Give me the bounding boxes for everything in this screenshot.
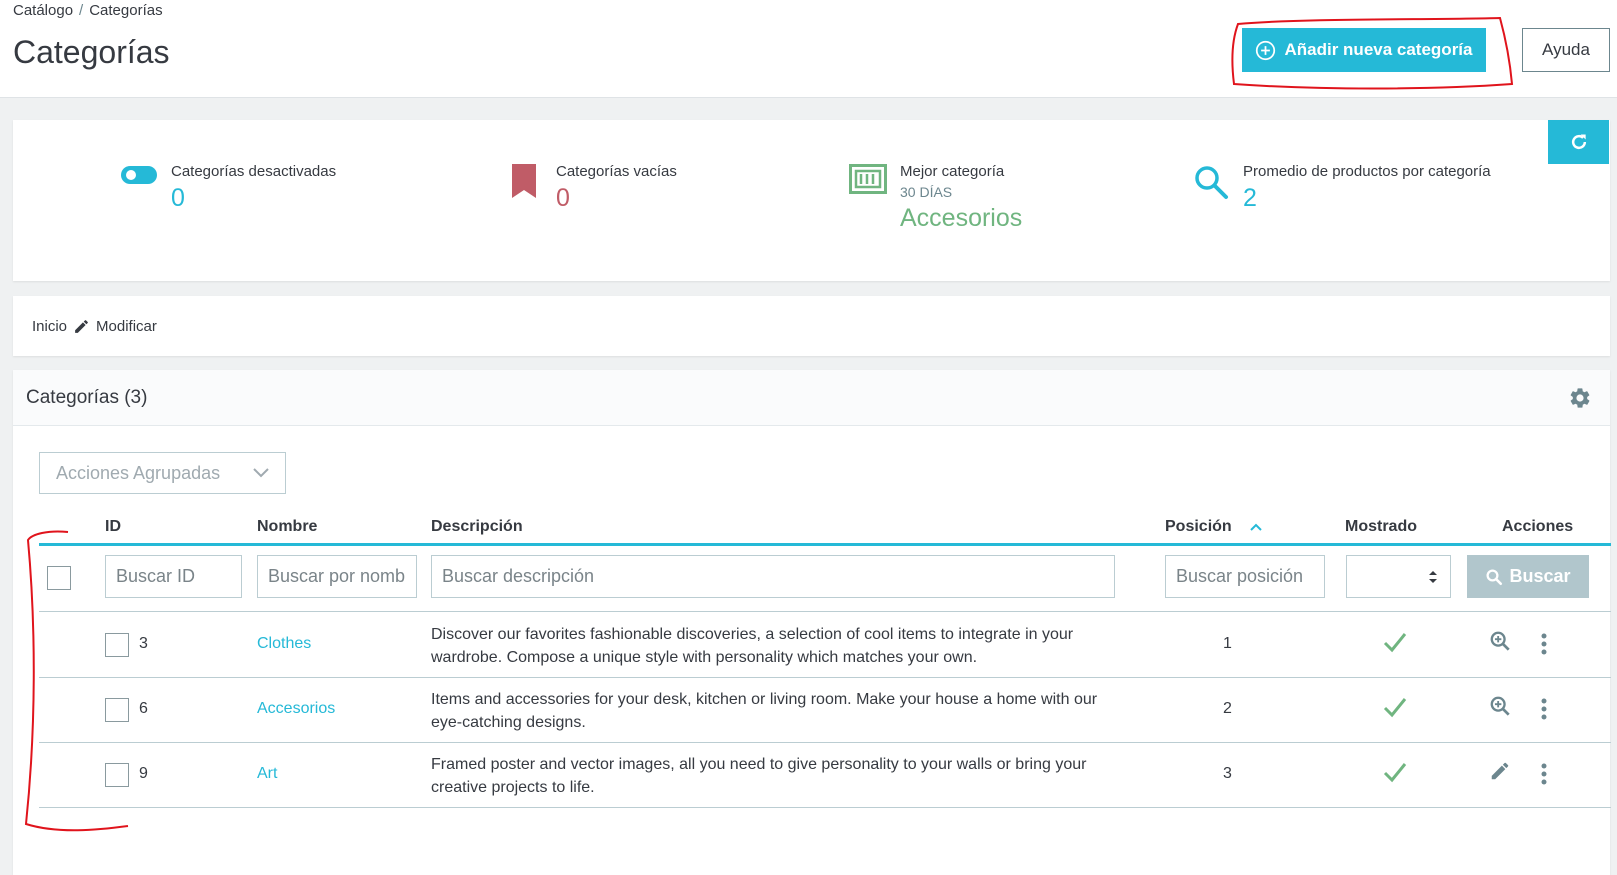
check-icon[interactable] bbox=[1383, 761, 1407, 783]
zoom-in-icon[interactable] bbox=[1489, 630, 1511, 652]
pencil-icon bbox=[75, 319, 88, 333]
select-arrows-icon bbox=[1429, 571, 1437, 583]
search-icon bbox=[1191, 162, 1231, 202]
table-header: ID Nombre Descripción Posición Mostrado … bbox=[39, 510, 1611, 546]
row-id: 6 bbox=[139, 700, 148, 717]
list-title: Categorías (3) bbox=[26, 386, 148, 408]
filter-name-input[interactable] bbox=[257, 555, 417, 598]
breadcrumb-edit[interactable]: Modificar bbox=[96, 318, 157, 335]
page-title: Categorías bbox=[13, 34, 170, 70]
row-description: Items and accessories for your desk, kit… bbox=[431, 691, 1098, 731]
pencil-icon[interactable] bbox=[1489, 760, 1511, 782]
row-checkbox[interactable] bbox=[105, 763, 129, 787]
bulk-actions-dropdown[interactable]: Acciones Agrupadas bbox=[39, 452, 286, 494]
column-position[interactable]: Posición bbox=[1165, 518, 1262, 536]
refresh-kpis-button[interactable] bbox=[1548, 120, 1609, 164]
category-breadcrumb: Inicio Modificar bbox=[13, 296, 1610, 356]
kpi-best-category[interactable]: Mejor categoría 30 DÍAS Accesorios bbox=[848, 162, 1022, 234]
bookmark-icon bbox=[504, 162, 544, 202]
kpi-label: Categorías desactivadas bbox=[171, 163, 337, 180]
table-row: 6 Accesorios Items and accessories for y… bbox=[39, 678, 1611, 743]
more-vertical-icon[interactable] bbox=[1541, 763, 1547, 785]
chevron-down-icon bbox=[253, 468, 269, 478]
categories-list-card: Categorías (3) Acciones Agrupadas ID Nom… bbox=[13, 370, 1611, 875]
row-position: 2 bbox=[1223, 700, 1232, 717]
list-header: Categorías (3) bbox=[13, 370, 1610, 426]
column-position-label: Posición bbox=[1165, 518, 1232, 535]
gear-icon[interactable] bbox=[1568, 386, 1592, 410]
breadcrumb-separator: / bbox=[79, 2, 84, 19]
search-icon bbox=[1486, 569, 1503, 585]
sort-up-icon bbox=[1250, 523, 1262, 531]
kpi-value: 0 bbox=[171, 184, 185, 212]
row-id: 3 bbox=[139, 635, 148, 652]
kpi-label: Mejor categoría bbox=[900, 163, 1005, 180]
plus-circle-icon bbox=[1256, 40, 1276, 60]
row-name-link[interactable]: Clothes bbox=[257, 635, 311, 653]
kpi-row: Categorías desactivadas 0 Categorías vac… bbox=[13, 120, 1610, 281]
check-icon[interactable] bbox=[1383, 696, 1407, 718]
row-name-link[interactable]: Art bbox=[257, 765, 277, 783]
row-description: Discover our favorites fashionable disco… bbox=[431, 626, 1074, 666]
row-checkbox[interactable] bbox=[105, 698, 129, 722]
kpi-value: Accesorios bbox=[900, 204, 1023, 232]
select-all-checkbox[interactable] bbox=[47, 566, 71, 590]
breadcrumb-home[interactable]: Inicio bbox=[32, 318, 67, 335]
row-checkbox[interactable] bbox=[105, 633, 129, 657]
add-category-button[interactable]: Añadir nueva categoría bbox=[1242, 28, 1486, 72]
add-category-label: Añadir nueva categoría bbox=[1284, 40, 1473, 59]
table-row: 3 Clothes Discover our favorites fashion… bbox=[39, 613, 1611, 678]
kpi-average-products[interactable]: Promedio de productos por categoría 2 bbox=[1191, 162, 1491, 214]
refresh-icon bbox=[1571, 134, 1586, 150]
bulk-actions-label: Acciones Agrupadas bbox=[56, 462, 221, 483]
kpi-label: Promedio de productos por categoría bbox=[1243, 163, 1491, 180]
search-button-label: Buscar bbox=[1509, 566, 1571, 586]
row-position: 1 bbox=[1223, 635, 1232, 652]
column-id[interactable]: ID bbox=[105, 518, 121, 536]
page-header: Catálogo / Categorías Categorías Añadir nu… bbox=[0, 0, 1617, 98]
filter-row: Buscar bbox=[39, 548, 1611, 612]
filter-description-input[interactable] bbox=[431, 555, 1115, 598]
filter-id-input[interactable] bbox=[105, 555, 242, 598]
search-button[interactable]: Buscar bbox=[1467, 555, 1589, 598]
column-displayed[interactable]: Mostrado bbox=[1345, 518, 1417, 536]
more-vertical-icon[interactable] bbox=[1541, 633, 1547, 655]
toggle-icon bbox=[119, 162, 159, 202]
help-button[interactable]: Ayuda bbox=[1522, 28, 1610, 72]
zoom-in-icon[interactable] bbox=[1489, 695, 1511, 717]
column-name[interactable]: Nombre bbox=[257, 518, 317, 536]
column-description[interactable]: Descripción bbox=[431, 518, 523, 536]
row-name-link[interactable]: Accesorios bbox=[257, 700, 335, 718]
filter-position-input[interactable] bbox=[1165, 555, 1325, 598]
kpi-disabled-categories[interactable]: Categorías desactivadas 0 bbox=[119, 162, 336, 214]
check-icon[interactable] bbox=[1383, 631, 1407, 653]
breadcrumb-current: Categorías bbox=[89, 2, 163, 19]
column-actions: Acciones bbox=[1502, 518, 1574, 535]
kpi-empty-categories[interactable]: Categorías vacías 0 bbox=[504, 162, 677, 214]
money-icon bbox=[848, 162, 888, 202]
more-vertical-icon[interactable] bbox=[1541, 698, 1547, 720]
kpi-period: 30 DÍAS bbox=[900, 184, 953, 200]
row-position: 3 bbox=[1223, 765, 1232, 782]
kpi-label: Categorías vacías bbox=[556, 163, 677, 180]
breadcrumb-catalog[interactable]: Catálogo bbox=[13, 2, 73, 19]
filter-displayed-select[interactable] bbox=[1346, 555, 1451, 598]
row-id: 9 bbox=[139, 765, 148, 782]
breadcrumb: Catálogo / Categorías bbox=[13, 2, 163, 19]
kpi-value: 0 bbox=[556, 184, 570, 212]
table-row: 9 Art Framed poster and vector images, a… bbox=[39, 743, 1611, 808]
row-description: Framed poster and vector images, all you… bbox=[431, 756, 1087, 796]
kpi-value: 2 bbox=[1243, 184, 1257, 212]
